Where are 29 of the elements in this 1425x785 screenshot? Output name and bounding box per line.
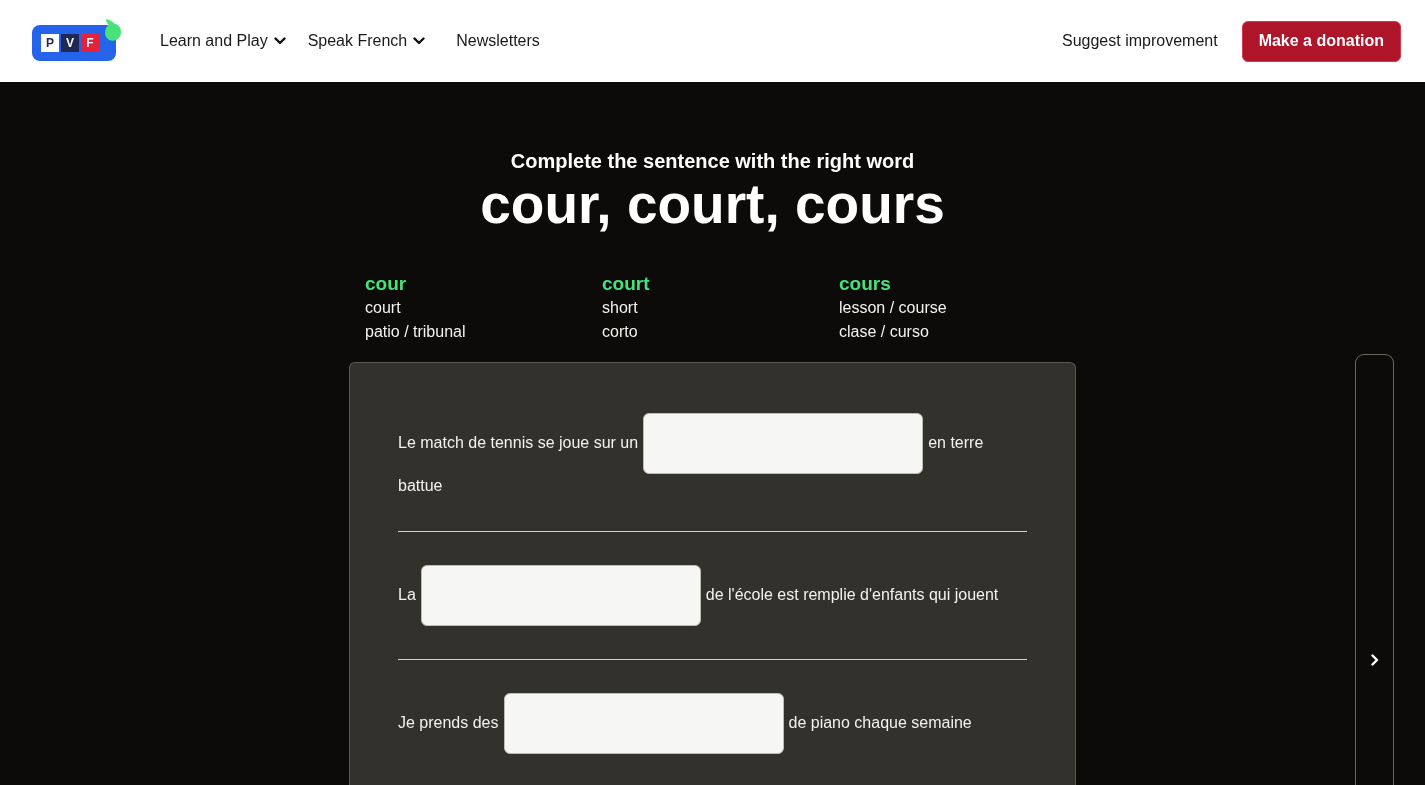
logo-letter: P xyxy=(41,33,59,52)
nav-link[interactable]: Learn and Play xyxy=(160,32,286,50)
word-heading: cours xyxy=(839,272,891,296)
word-heading: court xyxy=(602,272,650,296)
logo-letter: F xyxy=(81,33,99,52)
exercise-title: cour, court, cours xyxy=(479,174,946,234)
suggest-improvement-link[interactable]: Suggest improvement xyxy=(1062,32,1218,50)
chevron-down-icon xyxy=(273,37,286,45)
answer-field[interactable] xyxy=(503,693,784,754)
chevron-down-icon xyxy=(413,37,426,45)
nav-link[interactable]: Newsletters xyxy=(456,32,540,50)
fill-in-sentence: Le match de tennis se joue sur un en terre battue xyxy=(398,413,1027,498)
next-button[interactable] xyxy=(1355,354,1394,785)
answer-field[interactable] xyxy=(420,565,701,626)
chevron-right-icon xyxy=(1370,654,1379,666)
fill-in-sentence: La de l'école est remplie d'enfants qui jouent xyxy=(398,565,1027,626)
instruction-text: Complete the sentence with the right word xyxy=(509,149,916,173)
answer-field[interactable] xyxy=(643,413,924,474)
donate-button[interactable]: Make a donation xyxy=(1241,20,1401,62)
translation-text: clase / curso xyxy=(839,322,929,342)
translation-text: patio / tribunal xyxy=(365,322,466,342)
fill-in-sentence: Je prends des de piano chaque semaine xyxy=(398,693,1027,754)
nav-link[interactable]: Speak French xyxy=(307,32,426,50)
translation-text: court xyxy=(365,298,401,318)
translation-text: short xyxy=(602,298,638,318)
translation-text: lesson / course xyxy=(839,298,947,318)
logo-letter: V xyxy=(61,33,79,52)
word-heading: cour xyxy=(365,272,407,296)
translation-text: corto xyxy=(602,322,638,342)
